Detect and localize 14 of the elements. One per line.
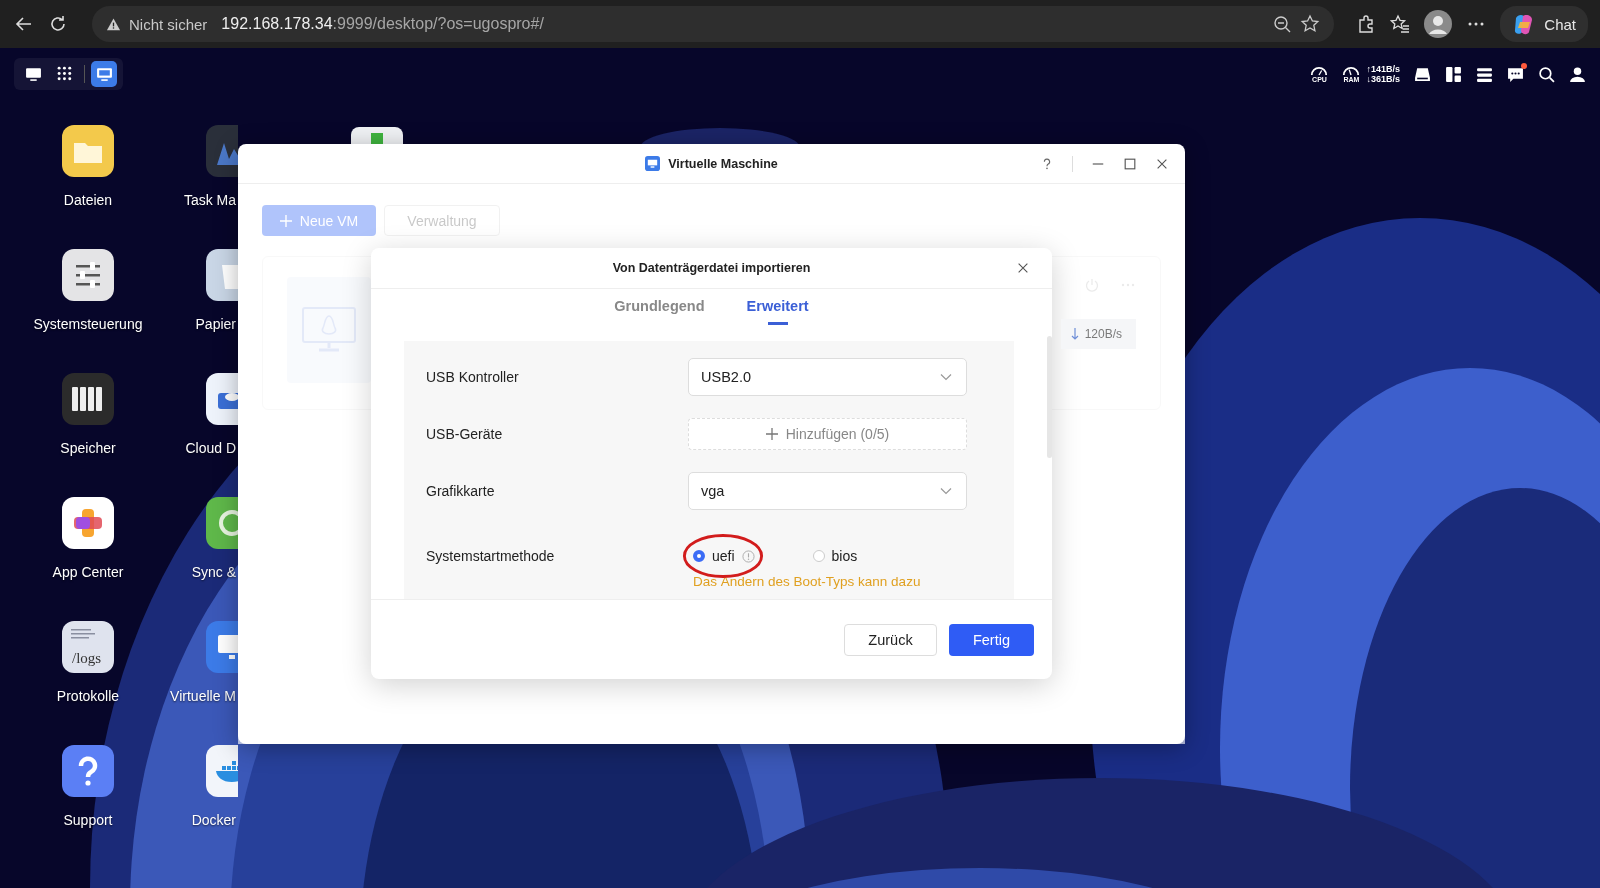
logs-text: /logs (72, 650, 102, 667)
url-path: :9999/desktop/?os=ugospro#/ (332, 15, 544, 32)
field-label: Grafikkarte (426, 483, 496, 499)
download-rate: 120B/s (1084, 327, 1122, 341)
dialog-title: Von Datenträgerdatei importieren (612, 261, 811, 275)
field-label: Systemstartmethode (426, 548, 556, 564)
warning-text: Das Ändern des Boot-Typs kann dazu (693, 574, 921, 589)
security-label: Nicht sicher (129, 15, 208, 33)
field-label: USB Kontroller (426, 369, 520, 385)
download-rate: ↓361B/s (1366, 74, 1400, 84)
window-title: Virtuelle Maschine (668, 156, 778, 171)
url-host: 192.168.178.34 (221, 15, 333, 32)
upload-rate: ↑141B/s (1366, 64, 1400, 74)
field-label: USB-Geräte (426, 426, 504, 442)
